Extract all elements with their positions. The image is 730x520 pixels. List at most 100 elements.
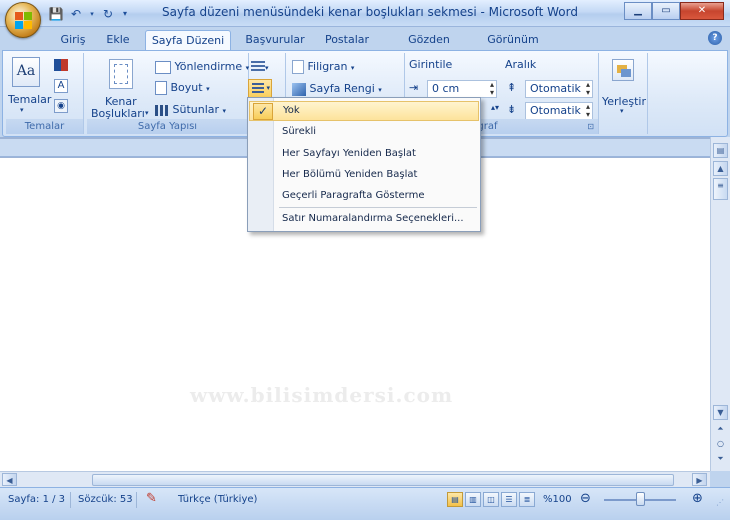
zoom-slider-thumb[interactable] bbox=[636, 492, 645, 506]
indent-right-spinner[interactable]: ▴▾ bbox=[491, 103, 499, 112]
theme-fonts-icon[interactable]: A bbox=[54, 79, 68, 93]
zoom-in-icon[interactable]: ⊕ bbox=[692, 491, 703, 506]
word-count[interactable]: Sözcük: 53 bbox=[78, 494, 133, 505]
proofing-icon[interactable]: ✎ bbox=[146, 491, 157, 506]
scroll-right-icon[interactable]: ▶ bbox=[692, 473, 707, 486]
theme-effects-icon[interactable]: ◉ bbox=[54, 99, 68, 113]
full-screen-reading-icon[interactable]: ▥ bbox=[465, 492, 481, 507]
menu-item-label: Geçerli Paragrafta Gösterme bbox=[282, 190, 425, 201]
tab-gorunum[interactable]: Görünüm bbox=[484, 30, 542, 50]
ruler-toggle-icon[interactable]: ▤ bbox=[713, 143, 728, 158]
maximize-button[interactable]: ▭ bbox=[652, 2, 680, 20]
chevron-down-icon: ▾ bbox=[20, 106, 24, 114]
status-separator bbox=[70, 492, 71, 508]
horizontal-scrollbar[interactable]: ◀ ▶ bbox=[0, 471, 710, 487]
themes-button[interactable]: Temalar bbox=[8, 93, 51, 106]
tab-gozden-gecir[interactable]: Gözden Geçir bbox=[392, 30, 466, 65]
save-icon[interactable]: 💾 bbox=[48, 6, 64, 22]
tab-basvurular[interactable]: Başvurular bbox=[243, 30, 307, 50]
page-color-icon bbox=[292, 82, 306, 96]
watermark-button[interactable]: Filigran ▾ bbox=[292, 60, 354, 74]
close-button[interactable]: ✕ bbox=[680, 2, 724, 20]
zoom-level[interactable]: %100 bbox=[543, 494, 572, 505]
redo-icon[interactable]: ↻ bbox=[100, 6, 116, 22]
size-icon bbox=[155, 81, 167, 95]
web-layout-icon[interactable]: ◫ bbox=[483, 492, 499, 507]
group-sayfa-yapisi: Kenar Boşlukları ▾ Yönlendirme ▾ Boyut ▾… bbox=[87, 53, 249, 134]
office-button[interactable] bbox=[5, 2, 41, 38]
spacing-before-input[interactable]: Otomatik ▴ ▾ bbox=[525, 80, 593, 98]
ribbon-tabs: Giriş Ekle Sayfa Düzeni Başvurular Posta… bbox=[0, 27, 730, 65]
next-page-icon[interactable]: ⏷ bbox=[713, 452, 728, 467]
columns-icon bbox=[155, 104, 169, 116]
indent-heading: Girintile bbox=[409, 58, 453, 71]
spacing-heading: Aralık bbox=[505, 58, 537, 71]
group-yerlestir: Yerleştir ▾ bbox=[600, 53, 648, 134]
quick-access-toolbar: 💾 ↶ ▾ ↻ ▾ bbox=[48, 5, 130, 23]
title-bar: 💾 ↶ ▾ ↻ ▾ Sayfa düzeni menüsündeki kenar… bbox=[0, 0, 730, 38]
dialog-launcher-icon[interactable]: ⊡ bbox=[587, 119, 594, 134]
tab-ekle[interactable]: Ekle bbox=[100, 30, 136, 50]
line-numbers-menu: ✓ Yok Sürekli Her Sayfayı Yeniden Başlat… bbox=[247, 97, 481, 232]
arrange-button[interactable]: Yerleştir bbox=[602, 95, 646, 108]
themes-icon[interactable]: Aa bbox=[12, 57, 40, 87]
help-icon[interactable]: ? bbox=[708, 31, 722, 45]
line-numbers-button[interactable]: ▾ bbox=[248, 79, 272, 99]
tab-giris[interactable]: Giriş bbox=[54, 30, 92, 50]
spacing-after-icon: ⇟ bbox=[507, 103, 517, 116]
tab-sayfa-duzeni[interactable]: Sayfa Düzeni bbox=[145, 30, 231, 50]
breaks-button[interactable]: ▾ bbox=[251, 60, 273, 76]
language-indicator[interactable]: Türkçe (Türkiye) bbox=[178, 494, 257, 505]
arrange-icon[interactable] bbox=[612, 59, 634, 81]
page-color-label: Sayfa Rengi bbox=[309, 82, 375, 95]
spacing-after-input[interactable]: Otomatik ▴ ▾ bbox=[525, 102, 593, 120]
vertical-scroll-thumb[interactable]: ≡ bbox=[713, 178, 728, 200]
watermark-icon bbox=[292, 60, 304, 74]
scroll-left-icon[interactable]: ◀ bbox=[2, 473, 17, 486]
minimize-button[interactable]: ▁ bbox=[624, 2, 652, 20]
orientation-button[interactable]: Yönlendirme ▾ bbox=[155, 60, 249, 74]
chevron-down-icon: ▾ bbox=[145, 109, 149, 117]
menu-item-satir-numaralandirma-secenekleri[interactable]: Satır Numaralandırma Seçenekleri... bbox=[249, 209, 479, 229]
columns-button[interactable]: Sütunlar ▾ bbox=[155, 103, 226, 116]
menu-item-surekli[interactable]: Sürekli bbox=[249, 122, 479, 142]
spacing-before-icon: ⇞ bbox=[507, 81, 517, 94]
resize-grip-icon[interactable]: ⋰ bbox=[716, 498, 724, 507]
menu-item-yok[interactable]: ✓ Yok bbox=[249, 101, 479, 121]
undo-icon[interactable]: ↶ bbox=[68, 6, 84, 22]
menu-item-gecerli-paragrafta-gosterme[interactable]: Geçerli Paragrafta Gösterme bbox=[249, 186, 479, 206]
zoom-out-icon[interactable]: ⊖ bbox=[580, 491, 591, 506]
orientation-label: Yönlendirme bbox=[174, 60, 243, 73]
breaks-icon bbox=[251, 61, 265, 73]
columns-label: Sütunlar bbox=[172, 103, 220, 116]
status-separator bbox=[136, 492, 137, 508]
draft-view-icon[interactable]: ≣ bbox=[519, 492, 535, 507]
window-controls: ▁ ▭ ✕ bbox=[624, 2, 724, 20]
menu-item-her-sayfayi-yeniden-baslat[interactable]: Her Sayfayı Yeniden Başlat bbox=[249, 144, 479, 164]
menu-item-label: Satır Numaralandırma Seçenekleri... bbox=[282, 213, 464, 224]
group-temalar: Aa Temalar ▾ A ◉ Temalar bbox=[6, 53, 84, 134]
print-layout-view-icon[interactable]: ▤ bbox=[447, 492, 463, 507]
size-button[interactable]: Boyut ▾ bbox=[155, 81, 210, 95]
outline-view-icon[interactable]: ☰ bbox=[501, 492, 517, 507]
customize-qat-icon[interactable]: ▾ bbox=[120, 6, 130, 22]
menu-item-label: Her Bölümü Yeniden Başlat bbox=[282, 169, 418, 180]
menu-item-label: Sürekli bbox=[282, 126, 317, 137]
previous-page-icon[interactable]: ⏶ bbox=[713, 422, 728, 437]
tab-postalar[interactable]: Postalar bbox=[320, 30, 374, 50]
indent-left-input[interactable]: 0 cm ▴ ▾ bbox=[427, 80, 497, 98]
browse-object-icon[interactable]: ○ bbox=[713, 437, 728, 452]
menu-item-her-bolumu-yeniden-baslat[interactable]: Her Bölümü Yeniden Başlat bbox=[249, 165, 479, 185]
page-color-button[interactable]: Sayfa Rengi ▾ bbox=[292, 82, 382, 96]
margins-icon[interactable] bbox=[109, 59, 133, 89]
scroll-up-icon[interactable]: ▲ bbox=[713, 161, 728, 176]
scroll-down-icon[interactable]: ▼ bbox=[713, 405, 728, 420]
dropdown-icon[interactable]: ▾ bbox=[88, 6, 96, 22]
status-bar: Sayfa: 1 / 3 Sözcük: 53 ✎ Türkçe (Türkiy… bbox=[0, 487, 730, 520]
horizontal-scroll-thumb[interactable] bbox=[92, 474, 674, 486]
chevron-down-icon: ▾ bbox=[620, 107, 624, 115]
theme-colors-icon[interactable] bbox=[54, 59, 68, 71]
page-count[interactable]: Sayfa: 1 / 3 bbox=[8, 494, 65, 505]
vertical-scrollbar[interactable]: ▤ ▲ ≡ ▼ ⏶ ○ ⏷ bbox=[710, 137, 730, 471]
group-label-temalar: Temalar bbox=[6, 119, 83, 134]
